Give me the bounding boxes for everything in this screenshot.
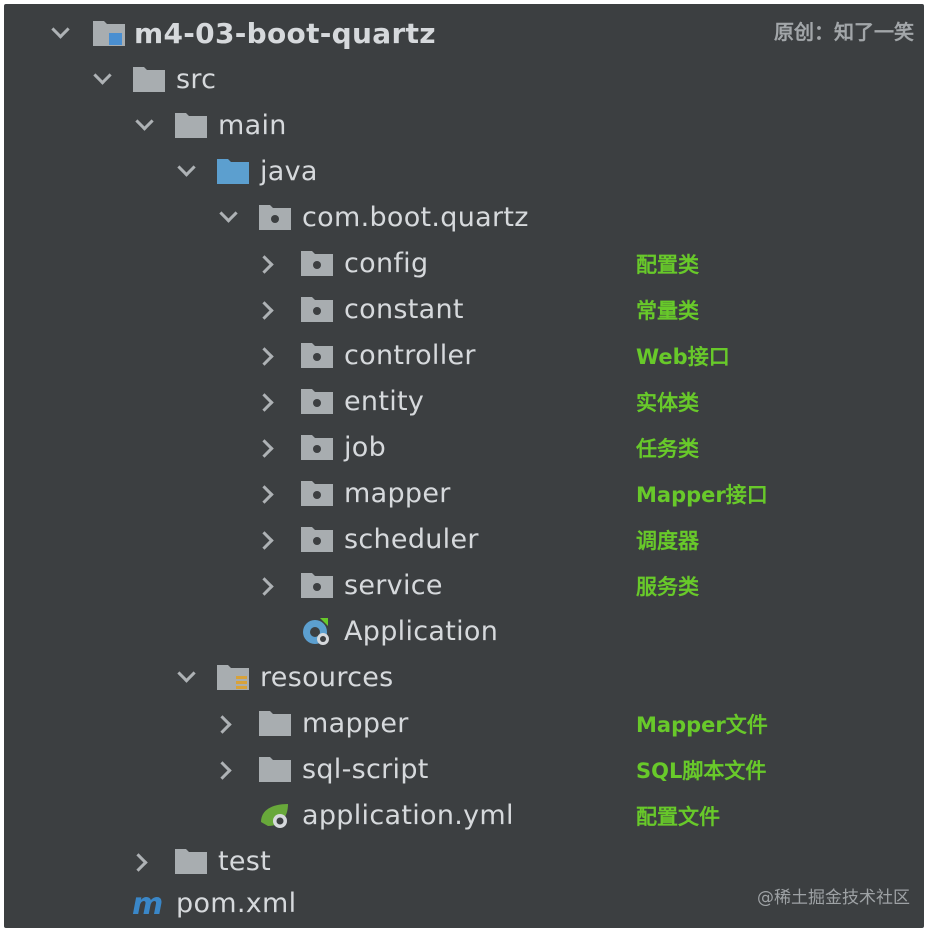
annotation-note: Mapper接口 xyxy=(636,483,768,507)
annotation-note: 常量类 xyxy=(636,299,699,323)
tree-label: controller xyxy=(344,340,476,371)
maven-icon: m xyxy=(132,888,166,918)
tree-label: sql-script xyxy=(302,754,429,785)
tree-row-mapper[interactable]: mapper Mapper接口 xyxy=(4,472,924,518)
annotation-note: 配置文件 xyxy=(636,805,720,829)
tree-row-sql-script[interactable]: sql-script SQL脚本文件 xyxy=(4,748,924,794)
tree-row-scheduler[interactable]: scheduler 调度器 xyxy=(4,518,924,564)
tree-row-entity[interactable]: entity 实体类 xyxy=(4,380,924,426)
folder-icon xyxy=(174,110,208,140)
folder-icon xyxy=(258,754,292,784)
folder-icon xyxy=(132,64,166,94)
tree-row-java[interactable]: java xyxy=(4,150,924,196)
annotation-note: 配置类 xyxy=(636,253,699,277)
package-folder-icon xyxy=(300,248,334,278)
collapse-chevron-icon[interactable] xyxy=(255,255,274,274)
tree-label: job xyxy=(344,432,387,463)
collapse-chevron-icon[interactable] xyxy=(255,577,274,596)
collapse-chevron-icon[interactable] xyxy=(255,531,274,550)
annotation-note: 任务类 xyxy=(636,437,699,461)
tree-label: com.boot.quartz xyxy=(302,202,529,233)
resources-folder-icon xyxy=(216,662,250,692)
tree-label: java xyxy=(260,156,318,187)
folder-icon xyxy=(174,846,208,876)
expand-chevron-icon[interactable] xyxy=(135,112,154,131)
tree-label: entity xyxy=(344,386,425,417)
tree-row-src[interactable]: src xyxy=(4,58,924,104)
package-folder-icon xyxy=(258,202,292,232)
tree-row-main[interactable]: main xyxy=(4,104,924,150)
tree-label: pom.xml xyxy=(176,888,297,919)
package-folder-icon xyxy=(300,386,334,416)
tree-row-config[interactable]: config 配置类 xyxy=(4,242,924,288)
package-folder-icon xyxy=(300,478,334,508)
collapse-chevron-icon[interactable] xyxy=(255,485,274,504)
tree-label: resources xyxy=(260,662,394,693)
folder-icon xyxy=(258,708,292,738)
svg-text:m: m xyxy=(132,888,163,918)
annotation-note: 实体类 xyxy=(636,391,699,415)
tree-row-resources[interactable]: resources xyxy=(4,656,924,702)
expand-chevron-icon[interactable] xyxy=(93,66,112,85)
package-folder-icon xyxy=(300,340,334,370)
tree-row-service[interactable]: service 服务类 xyxy=(4,564,924,610)
tree-row-controller[interactable]: controller Web接口 xyxy=(4,334,924,380)
tree-row-project[interactable]: m4-03-boot-quartz xyxy=(4,12,924,58)
spring-config-file-icon xyxy=(258,800,292,830)
tree-row-job[interactable]: job 任务类 xyxy=(4,426,924,472)
collapse-chevron-icon[interactable] xyxy=(129,853,148,872)
tree-row-application-class[interactable]: Application xyxy=(4,610,924,656)
collapse-chevron-icon[interactable] xyxy=(213,761,232,780)
tree-label: src xyxy=(176,64,217,95)
collapse-chevron-icon[interactable] xyxy=(255,347,274,366)
project-tree-panel: 原创：知了一笑 m4-03-boot-quartz src main java xyxy=(4,4,924,928)
expand-chevron-icon[interactable] xyxy=(51,20,70,39)
collapse-chevron-icon[interactable] xyxy=(255,393,274,412)
tree-label: service xyxy=(344,570,443,601)
annotation-note: SQL脚本文件 xyxy=(636,759,767,783)
tree-label: scheduler xyxy=(344,524,479,555)
expand-chevron-icon[interactable] xyxy=(219,204,238,223)
tree-label: test xyxy=(218,846,272,877)
collapse-chevron-icon[interactable] xyxy=(213,715,232,734)
tree-label: application.yml xyxy=(302,800,514,831)
expand-chevron-icon[interactable] xyxy=(177,664,196,683)
collapse-chevron-icon[interactable] xyxy=(255,301,274,320)
project-name: m4-03-boot-quartz xyxy=(134,17,436,50)
tree-row-package[interactable]: com.boot.quartz xyxy=(4,196,924,242)
tree-label: Application xyxy=(344,616,499,647)
package-folder-icon xyxy=(300,432,334,462)
tree-row-application-yml[interactable]: application.yml 配置文件 xyxy=(4,794,924,840)
source-folder-icon xyxy=(216,156,250,186)
tree-label: mapper xyxy=(302,708,409,739)
tree-row-res-mapper[interactable]: mapper Mapper文件 xyxy=(4,702,924,748)
tree-label: constant xyxy=(344,294,464,325)
tree-label: main xyxy=(218,110,287,141)
tree-row-test[interactable]: test xyxy=(4,840,924,886)
package-folder-icon xyxy=(300,294,334,324)
annotation-note: 调度器 xyxy=(636,529,699,553)
module-folder-icon xyxy=(92,18,126,48)
tree-label: mapper xyxy=(344,478,451,509)
annotation-note: Mapper文件 xyxy=(636,713,768,737)
spring-boot-class-icon xyxy=(300,616,334,646)
annotation-note: Web接口 xyxy=(636,345,730,369)
annotation-note: 服务类 xyxy=(636,575,699,599)
collapse-chevron-icon[interactable] xyxy=(255,439,274,458)
tree-row-constant[interactable]: constant 常量类 xyxy=(4,288,924,334)
package-folder-icon xyxy=(300,570,334,600)
tree-label: config xyxy=(344,248,429,279)
watermark-text: @稀土掘金技术社区 xyxy=(757,888,910,908)
package-folder-icon xyxy=(300,524,334,554)
expand-chevron-icon[interactable] xyxy=(177,158,196,177)
